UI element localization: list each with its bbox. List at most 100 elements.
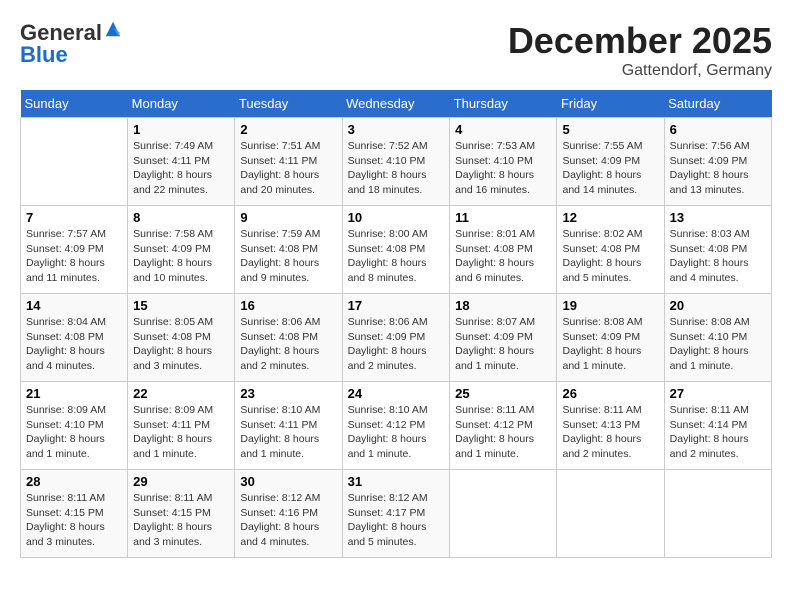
calendar-cell: 26 Sunrise: 8:11 AM Sunset: 4:13 PM Dayli…: [557, 382, 664, 470]
day-info: Sunrise: 7:53 AM Sunset: 4:10 PM Dayligh…: [455, 139, 551, 198]
day-info: Sunrise: 7:59 AM Sunset: 4:08 PM Dayligh…: [240, 227, 336, 286]
day-number: 9: [240, 210, 336, 225]
day-info: Sunrise: 8:09 AM Sunset: 4:11 PM Dayligh…: [133, 403, 229, 462]
title-block: December 2025 Gattendorf, Germany: [508, 20, 772, 80]
calendar-cell: 1 Sunrise: 7:49 AM Sunset: 4:11 PM Daylig…: [128, 118, 235, 206]
day-info: Sunrise: 8:11 AM Sunset: 4:13 PM Dayligh…: [562, 403, 658, 462]
day-info: Sunrise: 7:58 AM Sunset: 4:09 PM Dayligh…: [133, 227, 229, 286]
day-number: 24: [348, 386, 445, 401]
day-number: 4: [455, 122, 551, 137]
day-info: Sunrise: 8:08 AM Sunset: 4:09 PM Dayligh…: [562, 315, 658, 374]
calendar-cell: [664, 470, 771, 558]
day-info: Sunrise: 8:09 AM Sunset: 4:10 PM Dayligh…: [26, 403, 122, 462]
weekday-header-sunday: Sunday: [21, 90, 128, 118]
day-number: 1: [133, 122, 229, 137]
calendar-table: SundayMondayTuesdayWednesdayThursdayFrid…: [20, 90, 772, 558]
day-number: 21: [26, 386, 122, 401]
calendar-cell: [450, 470, 557, 558]
calendar-cell: 13Sunrise: 8:03 AM Sunset: 4:08 PM Dayli…: [664, 206, 771, 294]
calendar-cell: 11 Sunrise: 8:01 AM Sunset: 4:08 PM Dayli…: [450, 206, 557, 294]
day-info: Sunrise: 8:12 AM Sunset: 4:17 PM Dayligh…: [348, 491, 445, 550]
day-number: 7: [26, 210, 122, 225]
calendar-week-1: 1 Sunrise: 7:49 AM Sunset: 4:11 PM Daylig…: [21, 118, 772, 206]
calendar-cell: 29Sunrise: 8:11 AM Sunset: 4:15 PM Dayli…: [128, 470, 235, 558]
calendar-cell: 18 Sunrise: 8:07 AM Sunset: 4:09 PM Dayli…: [450, 294, 557, 382]
day-info: Sunrise: 8:11 AM Sunset: 4:15 PM Dayligh…: [133, 491, 229, 550]
page-header: General Blue December 2025 Gattendorf, G…: [20, 20, 772, 80]
day-number: 22: [133, 386, 229, 401]
day-number: 5: [562, 122, 658, 137]
calendar-cell: 4 Sunrise: 7:53 AM Sunset: 4:10 PM Daylig…: [450, 118, 557, 206]
day-number: 14: [26, 298, 122, 313]
day-info: Sunrise: 8:04 AM Sunset: 4:08 PM Dayligh…: [26, 315, 122, 374]
day-number: 30: [240, 474, 336, 489]
day-number: 17: [348, 298, 445, 313]
calendar-cell: 6 Sunrise: 7:56 AM Sunset: 4:09 PM Daylig…: [664, 118, 771, 206]
calendar-cell: [557, 470, 664, 558]
day-number: 27: [670, 386, 766, 401]
day-info: Sunrise: 8:10 AM Sunset: 4:12 PM Dayligh…: [348, 403, 445, 462]
calendar-cell: 25 Sunrise: 8:11 AM Sunset: 4:12 PM Dayli…: [450, 382, 557, 470]
day-number: 8: [133, 210, 229, 225]
day-info: Sunrise: 7:55 AM Sunset: 4:09 PM Dayligh…: [562, 139, 658, 198]
calendar-cell: 19 Sunrise: 8:08 AM Sunset: 4:09 PM Dayli…: [557, 294, 664, 382]
location: Gattendorf, Germany: [508, 62, 772, 80]
calendar-cell: 10Sunrise: 8:00 AM Sunset: 4:08 PM Dayli…: [342, 206, 450, 294]
calendar-cell: 5 Sunrise: 7:55 AM Sunset: 4:09 PM Daylig…: [557, 118, 664, 206]
logo-icon: [104, 20, 122, 38]
day-number: 16: [240, 298, 336, 313]
calendar-cell: 17Sunrise: 8:06 AM Sunset: 4:09 PM Dayli…: [342, 294, 450, 382]
weekday-header-saturday: Saturday: [664, 90, 771, 118]
day-number: 19: [562, 298, 658, 313]
day-info: Sunrise: 7:52 AM Sunset: 4:10 PM Dayligh…: [348, 139, 445, 198]
calendar-cell: 23Sunrise: 8:10 AM Sunset: 4:11 PM Dayli…: [235, 382, 342, 470]
calendar-cell: 30 Sunrise: 8:12 AM Sunset: 4:16 PM Dayli…: [235, 470, 342, 558]
weekday-header-tuesday: Tuesday: [235, 90, 342, 118]
day-number: 3: [348, 122, 445, 137]
day-info: Sunrise: 8:11 AM Sunset: 4:12 PM Dayligh…: [455, 403, 551, 462]
day-info: Sunrise: 8:10 AM Sunset: 4:11 PM Dayligh…: [240, 403, 336, 462]
weekday-header-thursday: Thursday: [450, 90, 557, 118]
calendar-cell: 14 Sunrise: 8:04 AM Sunset: 4:08 PM Dayli…: [21, 294, 128, 382]
calendar-cell: 3 Sunrise: 7:52 AM Sunset: 4:10 PM Daylig…: [342, 118, 450, 206]
day-info: Sunrise: 7:49 AM Sunset: 4:11 PM Dayligh…: [133, 139, 229, 198]
calendar-cell: 8 Sunrise: 7:58 AM Sunset: 4:09 PM Daylig…: [128, 206, 235, 294]
day-number: 12: [562, 210, 658, 225]
day-info: Sunrise: 8:12 AM Sunset: 4:16 PM Dayligh…: [240, 491, 336, 550]
day-info: Sunrise: 8:01 AM Sunset: 4:08 PM Dayligh…: [455, 227, 551, 286]
day-info: Sunrise: 8:08 AM Sunset: 4:10 PM Dayligh…: [670, 315, 766, 374]
day-info: Sunrise: 8:11 AM Sunset: 4:14 PM Dayligh…: [670, 403, 766, 462]
day-info: Sunrise: 8:07 AM Sunset: 4:09 PM Dayligh…: [455, 315, 551, 374]
calendar-week-3: 14 Sunrise: 8:04 AM Sunset: 4:08 PM Dayli…: [21, 294, 772, 382]
calendar-cell: 12 Sunrise: 8:02 AM Sunset: 4:08 PM Dayli…: [557, 206, 664, 294]
day-number: 6: [670, 122, 766, 137]
day-info: Sunrise: 8:05 AM Sunset: 4:08 PM Dayligh…: [133, 315, 229, 374]
weekday-header-wednesday: Wednesday: [342, 90, 450, 118]
calendar-cell: 2Sunrise: 7:51 AM Sunset: 4:11 PM Daylig…: [235, 118, 342, 206]
calendar-cell: 24 Sunrise: 8:10 AM Sunset: 4:12 PM Dayli…: [342, 382, 450, 470]
day-number: 11: [455, 210, 551, 225]
logo: General Blue: [20, 20, 122, 68]
day-number: 26: [562, 386, 658, 401]
calendar-cell: 28Sunrise: 8:11 AM Sunset: 4:15 PM Dayli…: [21, 470, 128, 558]
calendar-cell: 20 Sunrise: 8:08 AM Sunset: 4:10 PM Dayli…: [664, 294, 771, 382]
calendar-cell: 9 Sunrise: 7:59 AM Sunset: 4:08 PM Daylig…: [235, 206, 342, 294]
day-number: 20: [670, 298, 766, 313]
day-number: 25: [455, 386, 551, 401]
calendar-week-5: 28 Sunrise: 8:11 AM Sunset: 4:15 PM Dayli…: [21, 470, 772, 558]
day-info: Sunrise: 8:02 AM Sunset: 4:08 PM Dayligh…: [562, 227, 658, 286]
day-number: 13: [670, 210, 766, 225]
calendar-cell: 22 Sunrise: 8:09 AM Sunset: 4:11 PM Dayli…: [128, 382, 235, 470]
calendar-cell: 15Sunrise: 8:05 AM Sunset: 4:08 PM Dayli…: [128, 294, 235, 382]
weekday-header-friday: Friday: [557, 90, 664, 118]
calendar-cell: 27 Sunrise: 8:11 AM Sunset: 4:14 PM Dayli…: [664, 382, 771, 470]
calendar-cell: 31 Sunrise: 8:12 AM Sunset: 4:17 PM Dayli…: [342, 470, 450, 558]
day-number: 28: [26, 474, 122, 489]
calendar-cell: 16Sunrise: 8:06 AM Sunset: 4:08 PM Dayli…: [235, 294, 342, 382]
day-info: Sunrise: 7:57 AM Sunset: 4:09 PM Dayligh…: [26, 227, 122, 286]
day-info: Sunrise: 7:56 AM Sunset: 4:09 PM Dayligh…: [670, 139, 766, 198]
weekday-header-monday: Monday: [128, 90, 235, 118]
day-number: 31: [348, 474, 445, 489]
calendar-cell: 7 Sunrise: 7:57 AM Sunset: 4:09 PM Daylig…: [21, 206, 128, 294]
day-number: 18: [455, 298, 551, 313]
